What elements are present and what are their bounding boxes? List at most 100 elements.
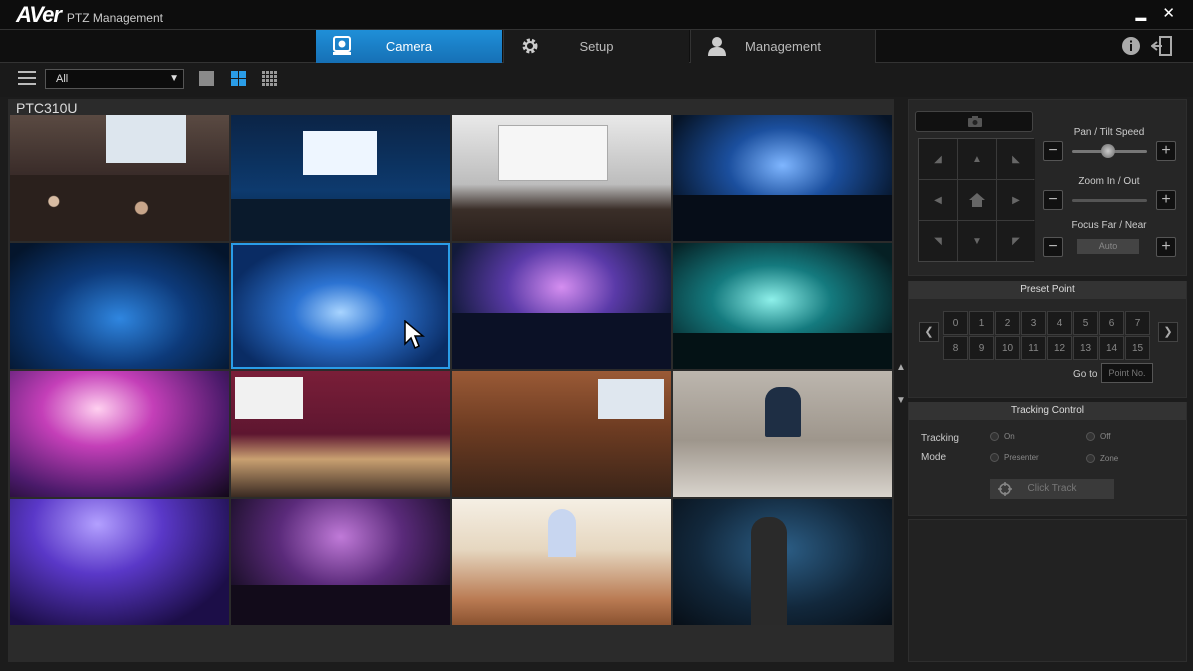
ptz-direction-pad: ◢ ▲ ◣ ◀ ▶ ◥ ▼ ◤ (918, 138, 1035, 262)
camera-feed-2[interactable] (231, 115, 450, 241)
preset-point[interactable]: 3 (1021, 311, 1046, 335)
snapshot-button[interactable] (915, 111, 1033, 132)
pan-down-right-button[interactable]: ◤ (997, 221, 1035, 261)
camera-group-select[interactable]: All ▼ (45, 69, 184, 89)
target-icon (998, 482, 1012, 496)
auto-focus-button[interactable]: Auto (1077, 239, 1139, 254)
preset-point[interactable]: 9 (969, 336, 994, 360)
tracking-off-label: Off (1100, 432, 1111, 441)
preset-point[interactable]: 10 (995, 336, 1020, 360)
preset-point[interactable]: 0 (943, 311, 968, 335)
preset-next-icon[interactable]: ❯ (1158, 322, 1178, 342)
camera-feed-6[interactable] (231, 243, 450, 369)
camera-feed-11[interactable] (452, 371, 671, 497)
tab-setup-label: Setup (579, 39, 614, 54)
single-view-icon[interactable] (199, 71, 214, 86)
mode-zone-radio[interactable] (1086, 454, 1095, 463)
camera-feed-7[interactable] (452, 243, 671, 369)
pan-left-button[interactable]: ◀ (919, 180, 957, 220)
point-number-input[interactable]: Point No. (1101, 363, 1153, 383)
app-title: PTZ Management (66, 10, 163, 25)
main-tabs-bar: Camera Setup Management (0, 29, 1193, 63)
click-track-label: Click Track (1027, 483, 1077, 494)
scroll-up-icon[interactable]: ▲ (896, 362, 906, 373)
zoom-out-button[interactable]: − (1043, 190, 1063, 210)
tracking-label: Tracking (921, 433, 959, 444)
minimize-button[interactable]: ▬ (1135, 8, 1146, 28)
preset-point[interactable]: 11 (1021, 336, 1046, 360)
focus-near-button[interactable]: + (1156, 237, 1176, 257)
camera-feed-4[interactable] (673, 115, 892, 241)
pan-down-left-button[interactable]: ◥ (919, 221, 957, 261)
click-track-button[interactable]: Click Track (990, 479, 1114, 499)
preset-point[interactable]: 13 (1073, 336, 1098, 360)
pan-tilt-speed-knob[interactable] (1101, 144, 1115, 158)
chevron-down-icon: ▼ (169, 73, 179, 84)
mouse-cursor-icon (404, 320, 425, 350)
tracking-off-radio[interactable] (1086, 432, 1095, 441)
tab-management-label: Management (745, 39, 821, 54)
home-button[interactable] (958, 180, 996, 220)
pan-down-button[interactable]: ▼ (958, 221, 996, 261)
pan-tilt-speed-minus[interactable]: − (1043, 141, 1063, 161)
preset-point[interactable]: 8 (943, 336, 968, 360)
mode-presenter-label: Presenter (1004, 453, 1039, 462)
scroll-down-icon[interactable]: ▼ (896, 395, 906, 406)
brand-logo: AVer (16, 1, 62, 27)
preset-point[interactable]: 2 (995, 311, 1020, 335)
camera-feed-10[interactable] (231, 371, 450, 497)
preset-point[interactable]: 4 (1047, 311, 1072, 335)
camera-feed-16[interactable] (673, 499, 892, 625)
quad-view-icon[interactable] (231, 71, 246, 86)
hamburger-menu-icon[interactable] (18, 71, 36, 87)
tab-setup[interactable]: Setup (503, 30, 689, 63)
focus-far-button[interactable]: − (1043, 237, 1063, 257)
pan-up-button[interactable]: ▲ (958, 139, 996, 179)
camera-grid: PTC310U (8, 99, 894, 662)
preset-header: Preset Point (909, 281, 1186, 299)
mode-zone-label: Zone (1100, 454, 1119, 463)
preset-point[interactable]: 5 (1073, 311, 1098, 335)
mode-presenter-radio[interactable] (990, 453, 999, 462)
empty-panel (908, 519, 1187, 662)
camera-feed-13[interactable] (10, 499, 229, 625)
preset-point[interactable]: 6 (1099, 311, 1124, 335)
camera-feed-12[interactable] (673, 371, 892, 497)
goto-label: Go to (1073, 369, 1098, 380)
camera-feed-5[interactable] (10, 243, 229, 369)
pan-up-right-button[interactable]: ◣ (997, 139, 1035, 179)
view-toolbar: All ▼ (0, 63, 1193, 97)
tracking-on-radio[interactable] (990, 432, 999, 441)
zoom-label: Zoom In / Out (1078, 176, 1140, 187)
camera-group-value: All (56, 73, 69, 85)
home-icon (969, 193, 985, 207)
pan-right-button[interactable]: ▶ (997, 180, 1035, 220)
preset-point[interactable]: 7 (1125, 311, 1150, 335)
camera-feed-1[interactable] (10, 115, 229, 241)
sixteen-view-icon[interactable] (262, 71, 277, 86)
camera-feed-15[interactable] (452, 499, 671, 625)
preset-point[interactable]: 1 (969, 311, 994, 335)
tab-camera[interactable]: Camera (316, 30, 502, 63)
preset-point[interactable]: 12 (1047, 336, 1072, 360)
title-bar: AVer PTZ Management ▬ ✕ (0, 0, 1193, 29)
snapshot-camera-icon (968, 116, 982, 127)
camera-name-label: PTC310U (16, 100, 78, 116)
camera-feed-9[interactable] (10, 371, 229, 497)
zoom-slider[interactable] (1072, 199, 1147, 202)
info-icon[interactable] (1121, 36, 1141, 61)
tab-management[interactable]: Management (690, 30, 876, 63)
camera-feed-14[interactable] (231, 499, 450, 625)
logout-icon[interactable] (1150, 36, 1173, 61)
pan-tilt-speed-plus[interactable]: + (1156, 141, 1176, 161)
pan-up-left-button[interactable]: ◢ (919, 139, 957, 179)
preset-grid: 0 1 2 3 4 5 6 7 8 9 10 11 12 13 14 15 (943, 311, 1152, 360)
window-controls: ▬ ✕ (1135, 4, 1175, 28)
preset-point[interactable]: 14 (1099, 336, 1124, 360)
zoom-in-button[interactable]: + (1156, 190, 1176, 210)
close-button[interactable]: ✕ (1162, 4, 1175, 28)
preset-point[interactable]: 15 (1125, 336, 1150, 360)
camera-feed-8[interactable] (673, 243, 892, 369)
camera-feed-3[interactable] (452, 115, 671, 241)
preset-prev-icon[interactable]: ❮ (919, 322, 939, 342)
